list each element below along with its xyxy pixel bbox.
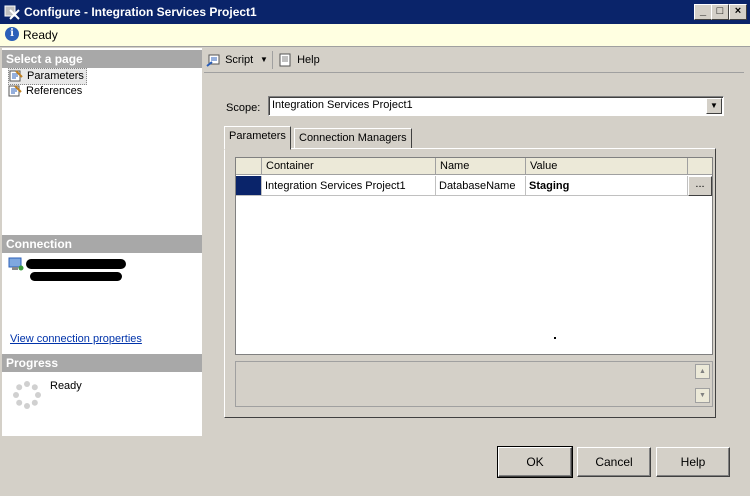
- help-toolbar-button[interactable]: Help: [278, 52, 320, 68]
- chevron-down-icon: ▼: [260, 55, 268, 64]
- cancel-button[interactable]: Cancel: [577, 447, 651, 477]
- page-item-label: Parameters: [27, 70, 84, 82]
- scroll-up-button[interactable]: ▲: [695, 364, 710, 379]
- script-dropdown[interactable]: ▼: [260, 52, 268, 68]
- tab-parameters[interactable]: Parameters: [224, 126, 291, 150]
- title-bar: Configure - Integration Services Project…: [0, 0, 750, 24]
- toolbar: Script ▼ Help: [204, 48, 744, 73]
- progress-status: Ready: [50, 380, 82, 392]
- column-header-edit: [688, 158, 712, 175]
- info-icon: i: [5, 27, 19, 41]
- edit-value-button[interactable]: ...: [688, 176, 712, 196]
- parameter-description-box: ▲ ▼: [235, 361, 713, 407]
- script-label: Script: [225, 54, 254, 66]
- grid-cell-value[interactable]: Staging: [526, 176, 688, 196]
- page-icon: [9, 70, 23, 82]
- scope-select[interactable]: Integration Services Project1 ▼: [268, 96, 724, 116]
- view-connection-properties-link[interactable]: View connection properties: [10, 333, 142, 345]
- status-bar: i Ready: [0, 24, 750, 47]
- configure-icon: [4, 5, 20, 20]
- page-icon: [8, 85, 22, 97]
- close-icon: ×: [734, 5, 742, 17]
- row-header-cell: [236, 158, 262, 175]
- scope-label: Scope:: [226, 102, 261, 114]
- redacted-user-name: [30, 272, 122, 281]
- minimize-button[interactable]: _: [694, 4, 712, 20]
- help-icon: [279, 53, 291, 67]
- row-selector[interactable]: [236, 176, 262, 196]
- chevron-down-icon[interactable]: ▼: [706, 98, 722, 114]
- column-header-value: Value: [526, 158, 688, 175]
- maximize-icon: □: [716, 5, 724, 17]
- help-button[interactable]: Help: [656, 447, 730, 477]
- tab-connection-managers[interactable]: Connection Managers: [294, 128, 412, 150]
- grid-cell-edit: ...: [688, 176, 712, 196]
- right-pane: Script ▼ Help Scope: Integration Service…: [204, 48, 744, 436]
- page-item-parameters[interactable]: Parameters: [8, 68, 87, 85]
- page-item-references[interactable]: References: [8, 84, 84, 99]
- help-label: Help: [297, 54, 320, 66]
- toolbar-separator: [272, 51, 273, 69]
- script-button[interactable]: Script: [206, 52, 253, 68]
- grid-cell-container[interactable]: Integration Services Project1: [262, 176, 436, 196]
- window-title: Configure - Integration Services Project…: [24, 5, 257, 19]
- redacted-server-name: [26, 259, 126, 269]
- page-item-label: References: [26, 85, 83, 97]
- close-button[interactable]: ×: [729, 4, 747, 20]
- cursor-dot: [554, 337, 556, 339]
- left-pane: Select a page Parameters References Conn…: [2, 48, 202, 436]
- column-header-name: Name: [436, 158, 526, 175]
- scroll-down-button[interactable]: ▼: [695, 388, 710, 403]
- minimize-icon: _: [699, 5, 707, 17]
- maximize-button[interactable]: □: [711, 4, 729, 20]
- status-text: Ready: [23, 28, 58, 42]
- column-header-container: Container: [262, 158, 436, 175]
- progress-header: Progress: [2, 354, 202, 372]
- script-icon: [206, 54, 220, 67]
- grid-cell-name[interactable]: DatabaseName: [436, 176, 526, 196]
- scope-value: Integration Services Project1: [272, 99, 413, 111]
- select-page-header: Select a page: [2, 50, 202, 68]
- connection-header: Connection: [2, 235, 202, 253]
- ok-button[interactable]: OK: [497, 446, 573, 478]
- server-icon: [8, 257, 24, 271]
- parameters-grid[interactable]: Container Name Value Integration Service…: [235, 157, 713, 355]
- progress-spinner-icon: [13, 381, 41, 409]
- tab-panel: Container Name Value Integration Service…: [224, 148, 716, 418]
